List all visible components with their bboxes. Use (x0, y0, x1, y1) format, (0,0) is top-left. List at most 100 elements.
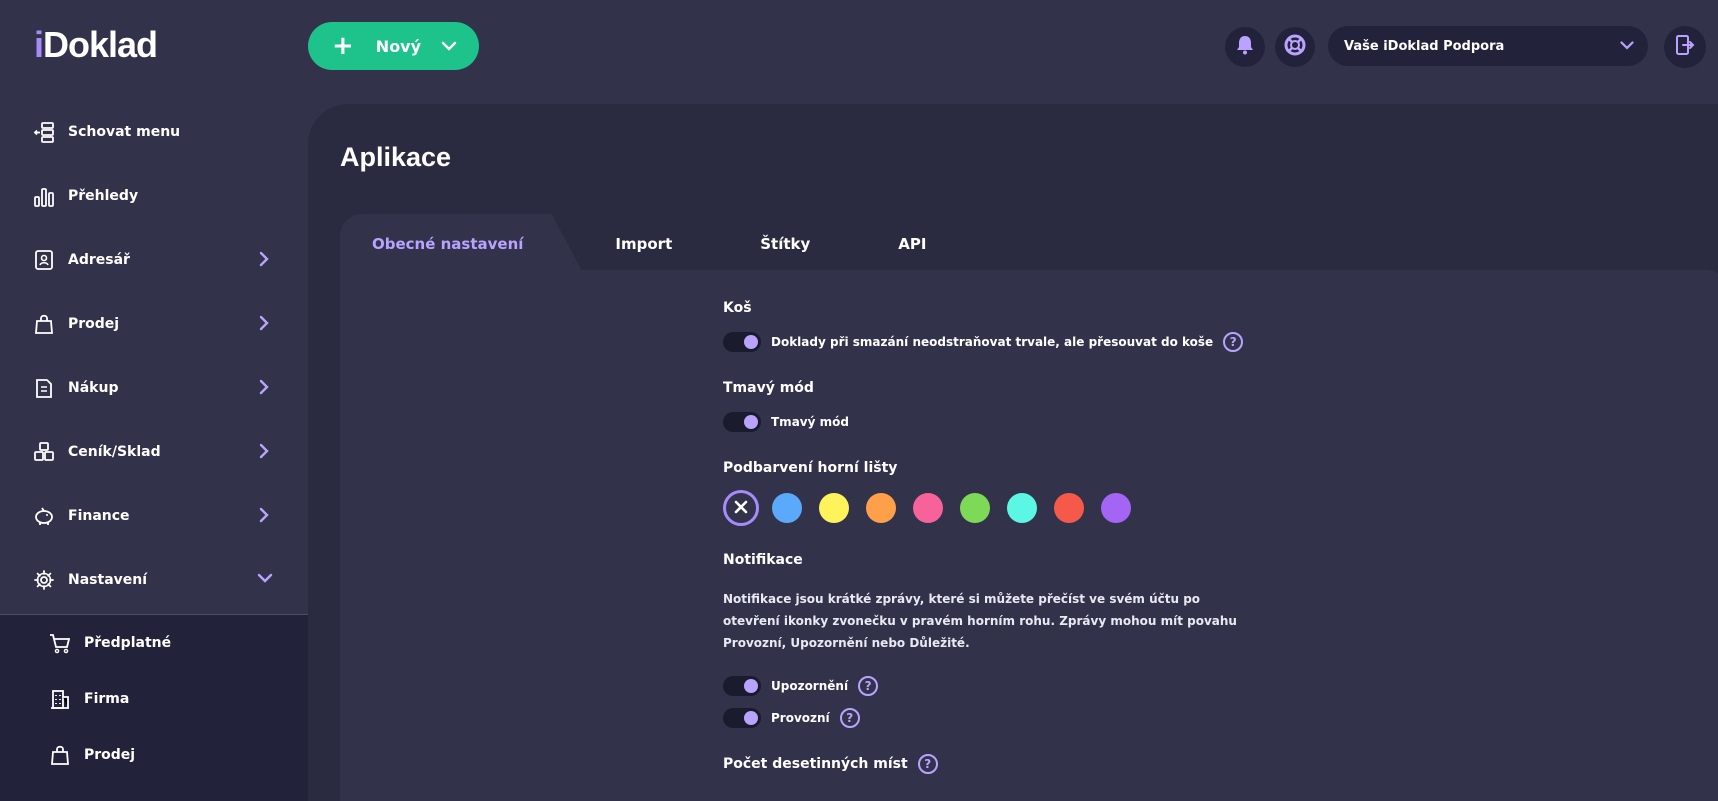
color-swatch-cyan[interactable] (1007, 493, 1037, 523)
plus-icon: + (332, 31, 354, 61)
logout-icon (1675, 34, 1695, 60)
color-swatch-purple[interactable] (1101, 493, 1131, 523)
trash-toggle[interactable] (723, 332, 761, 352)
dark-mode-toggle[interactable] (723, 412, 761, 432)
hide-menu-icon (32, 120, 56, 144)
decimals-section: Počet desetinných míst ? (723, 754, 1283, 774)
sidebar-item-adresar[interactable]: Adresář (0, 228, 308, 292)
sidebar-item-label: Adresář (68, 252, 130, 268)
warehouse-icon (32, 440, 56, 464)
tab-api[interactable]: API (842, 214, 958, 274)
chevron-right-icon (258, 250, 270, 272)
chevron-right-icon (258, 442, 270, 464)
color-swatch-pink[interactable] (913, 493, 943, 523)
color-swatch-green[interactable] (960, 493, 990, 523)
shopping-bag-icon (32, 312, 56, 336)
notifications-section-title: Notifikace (723, 552, 803, 568)
lifebuoy-icon (1284, 34, 1306, 60)
idoklad-logo[interactable]: iDoklad (34, 24, 158, 66)
notification-warning-label: Upozornění (771, 679, 849, 693)
chevron-down-icon (441, 41, 457, 51)
tab-bar: Obecné nastavení Import Štítky API (340, 214, 958, 274)
settings-form: Koš Doklady při smazání neodstraňovat tr… (723, 300, 1283, 788)
tab-stitky[interactable]: Štítky (704, 214, 842, 274)
color-swatch-red[interactable] (1054, 493, 1084, 523)
help-icon[interactable]: ? (917, 754, 938, 774)
sidebar-subitem-predplatne[interactable]: Předplatné (0, 615, 308, 671)
dark-mode-toggle-row: Tmavý mód (723, 410, 1283, 434)
settings-submenu: Předplatné Firma Prodej (0, 614, 308, 801)
sidebar-subitem-firma[interactable]: Firma (0, 671, 308, 727)
toggle-knob (744, 711, 758, 725)
logo-text: Doklad (43, 24, 158, 65)
color-swatch-orange[interactable] (866, 493, 896, 523)
sidebar-item-label: Ceník/Sklad (68, 444, 161, 460)
address-book-icon (32, 248, 56, 272)
building-icon (48, 687, 72, 711)
sidebar-subitem-label: Prodej (84, 747, 136, 763)
sidebar-item-label: Schovat menu (68, 124, 181, 140)
color-swatches (723, 490, 1283, 526)
settings-content: Koš Doklady při smazání neodstraňovat tr… (340, 270, 1718, 801)
main-panel: Aplikace Obecné nastavení Import Štítky … (308, 104, 1718, 801)
account-name: Vaše iDoklad Podpora (1344, 38, 1505, 54)
help-icon[interactable]: ? (839, 708, 860, 728)
sidebar-item-hide-menu[interactable]: Schovat menu (0, 100, 308, 164)
toggle-knob (744, 679, 758, 693)
toggle-knob (744, 415, 758, 429)
decimals-section-title: Počet desetinných míst (723, 756, 908, 772)
gear-icon (32, 568, 56, 592)
sidebar-item-nakup[interactable]: Nákup (0, 356, 308, 420)
notifications-description: Notifikace jsou krátké zprávy, které si … (723, 592, 1237, 650)
page-title: Aplikace (340, 142, 452, 172)
notification-warning-row: Upozornění ? (723, 674, 1283, 698)
header-color-section-title: Podbarvení horní lišty (723, 460, 898, 476)
chevron-down-icon (256, 572, 274, 588)
notification-operational-row: Provozní ? (723, 706, 1283, 730)
dark-mode-section-title: Tmavý mód (723, 380, 814, 396)
sidebar-subitem-label: Předplatné (84, 635, 172, 651)
sidebar-item-label: Nákup (68, 380, 119, 396)
chevron-right-icon (258, 378, 270, 400)
notification-operational-label: Provozní (771, 711, 830, 725)
logout-button[interactable] (1664, 26, 1706, 68)
close-icon (734, 499, 748, 518)
sidebar-item-cenik-sklad[interactable]: Ceník/Sklad (0, 420, 308, 484)
notification-operational-toggle[interactable] (723, 708, 761, 728)
sidebar-item-prehledy[interactable]: Přehledy (0, 164, 308, 228)
help-icon[interactable]: ? (1223, 332, 1244, 352)
sidebar-item-label: Nastavení (68, 572, 148, 588)
sidebar: Schovat menu Přehledy Adresář Prodej Nák… (0, 100, 308, 612)
sidebar-item-prodej[interactable]: Prodej (0, 292, 308, 356)
notification-warning-toggle[interactable] (723, 676, 761, 696)
color-swatch-none[interactable] (723, 490, 759, 526)
trash-toggle-row: Doklady při smazání neodstraňovat trvale… (723, 330, 1283, 354)
tab-obecne-nastaveni[interactable]: Obecné nastavení (340, 214, 584, 274)
sidebar-item-finance[interactable]: Finance (0, 484, 308, 548)
help-icon[interactable]: ? (858, 676, 879, 696)
sidebar-item-label: Přehledy (68, 188, 139, 204)
bell-icon (1236, 35, 1254, 59)
cart-icon (48, 631, 72, 655)
trash-section-title: Koš (723, 300, 752, 316)
tab-import[interactable]: Import (583, 214, 704, 274)
chevron-down-icon (1620, 39, 1634, 54)
logo-i: i (34, 24, 44, 65)
color-swatch-yellow[interactable] (819, 493, 849, 523)
sidebar-subitem-label: Firma (84, 691, 130, 707)
bar-chart-icon (32, 184, 56, 208)
notifications-button[interactable] (1225, 27, 1265, 67)
sidebar-subitem-prodej[interactable]: Prodej (0, 727, 308, 783)
chevron-right-icon (258, 506, 270, 528)
trash-toggle-label: Doklady při smazání neodstraňovat trvale… (771, 335, 1214, 349)
purchase-icon (32, 376, 56, 400)
sidebar-item-label: Prodej (68, 316, 120, 332)
toggle-knob (744, 335, 758, 349)
support-button[interactable] (1275, 27, 1315, 67)
sidebar-item-nastaveni[interactable]: Nastavení (0, 548, 308, 612)
shopping-bag-icon (48, 743, 72, 767)
color-swatch-blue[interactable] (772, 493, 802, 523)
new-button-label: Nový (375, 36, 422, 56)
new-document-button[interactable]: + Nový (308, 22, 479, 70)
account-select[interactable]: Vaše iDoklad Podpora (1328, 26, 1648, 66)
